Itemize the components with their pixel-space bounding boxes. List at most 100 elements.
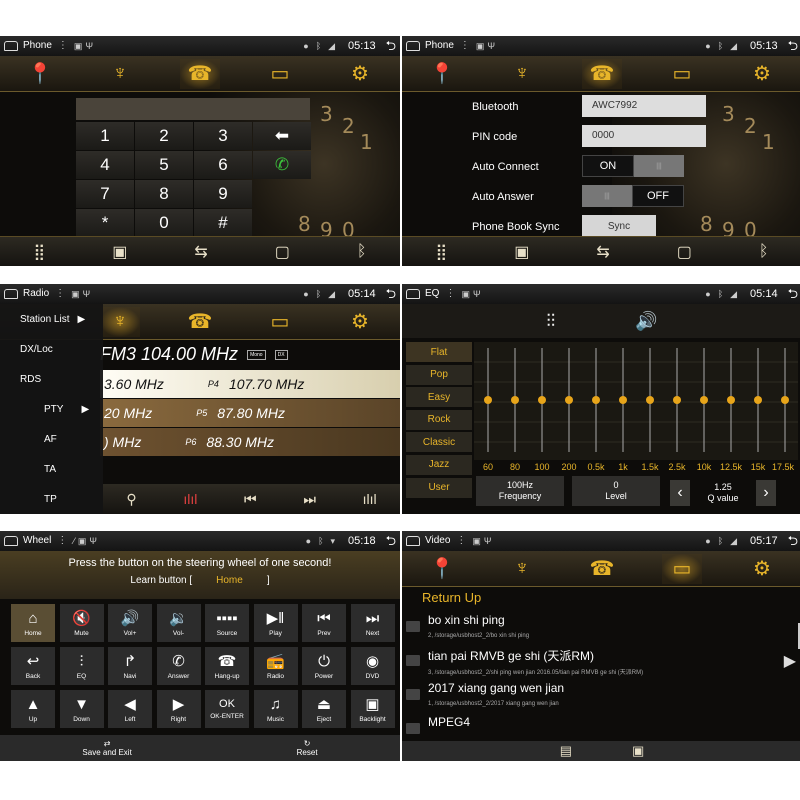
wheel-btn-next[interactable]: ⏭ Next xyxy=(350,604,395,642)
contacts-icon[interactable]: ▣ xyxy=(112,242,127,262)
eq-preset-rock[interactable]: Rock xyxy=(406,409,472,430)
contacts-icon[interactable]: ▣ xyxy=(514,242,529,262)
radio-tower-icon[interactable]: ♆ xyxy=(100,306,140,337)
phone-settings-icon[interactable]: ▢ xyxy=(275,242,290,262)
wheel-btn-play[interactable]: ▶‖ Play xyxy=(253,604,298,642)
wheel-btn-ok[interactable]: OK OK-ENTER xyxy=(205,690,249,728)
wheel-btn-prev[interactable]: ⏮ Prev xyxy=(302,604,346,642)
wheel-btn-answer[interactable]: ✆ Answer xyxy=(156,647,201,685)
menu-dots-icon[interactable]: ⋮ xyxy=(57,531,67,551)
menu-dots-icon[interactable]: ⋮ xyxy=(460,36,470,56)
key-hash[interactable]: # xyxy=(194,209,252,237)
media-icon[interactable]: ▭ xyxy=(662,59,702,89)
menu-dots-icon[interactable]: ⋮ xyxy=(58,36,68,56)
tune-icon[interactable]: ılıl xyxy=(183,491,197,507)
wheel-btn-up[interactable]: ▲ Up xyxy=(11,690,55,728)
home-icon[interactable] xyxy=(406,289,420,299)
key-8[interactable]: 8 xyxy=(135,180,193,208)
band-icon[interactable]: ılıl xyxy=(363,491,377,507)
key-0[interactable]: 0 xyxy=(135,209,193,237)
menu-pty[interactable]: PTY ▶ xyxy=(0,394,103,424)
key-6[interactable]: 6 xyxy=(194,151,252,179)
radio-tower-icon[interactable]: ♆ xyxy=(100,59,140,89)
menu-af[interactable]: AF xyxy=(0,424,103,454)
call-log-icon[interactable]: ⇆ xyxy=(596,242,609,262)
return-up-link[interactable]: Return Up xyxy=(422,590,481,605)
home-icon[interactable] xyxy=(4,41,18,51)
wheel-btn-eject[interactable]: ⏏ Eject xyxy=(302,690,346,728)
list-item[interactable]: 2017 xiang gang wen jian 1, /storage/usb… xyxy=(406,681,796,713)
volume-icon[interactable]: 🔊 xyxy=(635,311,657,332)
preset-row[interactable]: ) MHz P6 88.30 MHz xyxy=(100,428,400,456)
navigation-icon[interactable]: 📍 xyxy=(20,59,60,89)
back-icon[interactable]: ⮌ xyxy=(788,284,798,304)
search-icon[interactable]: ⚲ xyxy=(126,491,136,508)
media-icon[interactable]: ▭ xyxy=(260,59,300,89)
reset-button[interactable]: ↻ Reset xyxy=(297,739,318,757)
call-icon[interactable]: ✆ xyxy=(253,151,311,179)
level-button[interactable]: 0 Level xyxy=(572,476,660,506)
call-log-icon[interactable]: ⇆ xyxy=(194,242,207,262)
wheel-btn-right[interactable]: ▶ Right xyxy=(156,690,201,728)
wheel-btn-vol-up[interactable]: 🔊 Vol+ xyxy=(108,604,152,642)
backspace-icon[interactable]: ⬅ xyxy=(253,122,311,150)
home-icon[interactable] xyxy=(406,41,420,51)
previous-icon[interactable]: ⏮ xyxy=(244,491,257,508)
auto-answer-toggle[interactable]: ||| OFF xyxy=(582,185,684,207)
wheel-btn-down[interactable]: ▼ Down xyxy=(59,690,104,728)
wheel-btn-music[interactable]: ♫ Music xyxy=(253,690,298,728)
bluetooth-settings-icon[interactable]: ᛒ xyxy=(357,243,367,261)
key-3[interactable]: 3 xyxy=(194,122,252,150)
wheel-btn-back[interactable]: ↩ Back xyxy=(11,647,55,685)
home-icon[interactable] xyxy=(4,289,18,299)
play-icon[interactable]: ▶ xyxy=(784,651,796,671)
key-7[interactable]: 7 xyxy=(76,180,134,208)
wheel-btn-home[interactable]: ⌂ Home xyxy=(11,604,55,642)
wheel-btn-backlight[interactable]: ▣ Backlight xyxy=(350,690,395,728)
bluetooth-settings-icon[interactable]: ᛒ xyxy=(759,243,769,261)
navigation-icon[interactable]: 📍 xyxy=(422,554,462,584)
list-item[interactable]: tian pai RMVB ge shi (天派RM) 3, /storage/… xyxy=(406,647,796,679)
back-icon[interactable]: ⮌ xyxy=(788,531,798,551)
save-exit-button[interactable]: ⇄ Save and Exit xyxy=(82,739,131,757)
equalizer-icon[interactable]: ⫶⫶ xyxy=(546,311,555,332)
eq-preset-user[interactable]: User xyxy=(406,477,472,498)
key-2[interactable]: 2 xyxy=(135,122,193,150)
wheel-btn-mute[interactable]: 🔇 Mute xyxy=(59,604,104,642)
auto-connect-toggle[interactable]: ON ||| xyxy=(582,155,684,177)
wheel-btn-dvd[interactable]: ◉ DVD xyxy=(350,647,395,685)
settings-icon[interactable]: ⚙ xyxy=(742,59,782,89)
sync-button[interactable]: Sync xyxy=(582,215,656,237)
bluetooth-name-field[interactable]: AWC7992 xyxy=(582,95,706,117)
back-icon[interactable]: ⮌ xyxy=(386,284,396,304)
menu-dots-icon[interactable]: ⋮ xyxy=(55,284,65,304)
wheel-btn-power[interactable]: ⏻ Power xyxy=(302,647,346,685)
wheel-btn-source[interactable]: ▪▪▪▪ Source xyxy=(205,604,249,642)
wheel-btn-navi[interactable]: ↱ Navi xyxy=(108,647,152,685)
key-1[interactable]: 1 xyxy=(76,122,134,150)
menu-ta[interactable]: TA xyxy=(0,454,103,484)
media-icon[interactable]: ▭ xyxy=(260,307,300,337)
back-icon[interactable]: ⮌ xyxy=(386,531,396,551)
radio-tower-icon[interactable]: ♆ xyxy=(502,59,542,89)
dialpad-icon[interactable]: ⣿ xyxy=(34,242,46,262)
phone-settings-icon[interactable]: ▢ xyxy=(677,242,692,262)
film-icon[interactable]: ▤ xyxy=(560,743,572,759)
home-icon[interactable] xyxy=(4,536,18,546)
eq-preset-flat[interactable]: Flat xyxy=(406,342,472,362)
settings-icon[interactable]: ⚙ xyxy=(340,307,380,337)
preset-row[interactable]: 20 MHz P5 87.80 MHz xyxy=(100,399,400,427)
menu-tp[interactable]: TP xyxy=(0,484,103,514)
wheel-btn-radio[interactable]: 📻 Radio xyxy=(253,647,298,685)
menu-dots-icon[interactable]: ⋮ xyxy=(445,284,455,304)
menu-rds[interactable]: RDS xyxy=(0,364,103,394)
eq-preset-classic[interactable]: Classic xyxy=(406,432,472,453)
back-icon[interactable]: ⮌ xyxy=(788,36,798,56)
phone-icon[interactable]: ☎ xyxy=(582,58,622,89)
home-icon[interactable] xyxy=(406,536,420,546)
key-4[interactable]: 4 xyxy=(76,151,134,179)
menu-station-list[interactable]: Station List ▶ xyxy=(0,304,103,334)
menu-dots-icon[interactable]: ⋮ xyxy=(456,531,466,551)
media-icon[interactable]: ▭ xyxy=(662,553,702,584)
eq-preset-pop[interactable]: Pop xyxy=(406,364,472,385)
